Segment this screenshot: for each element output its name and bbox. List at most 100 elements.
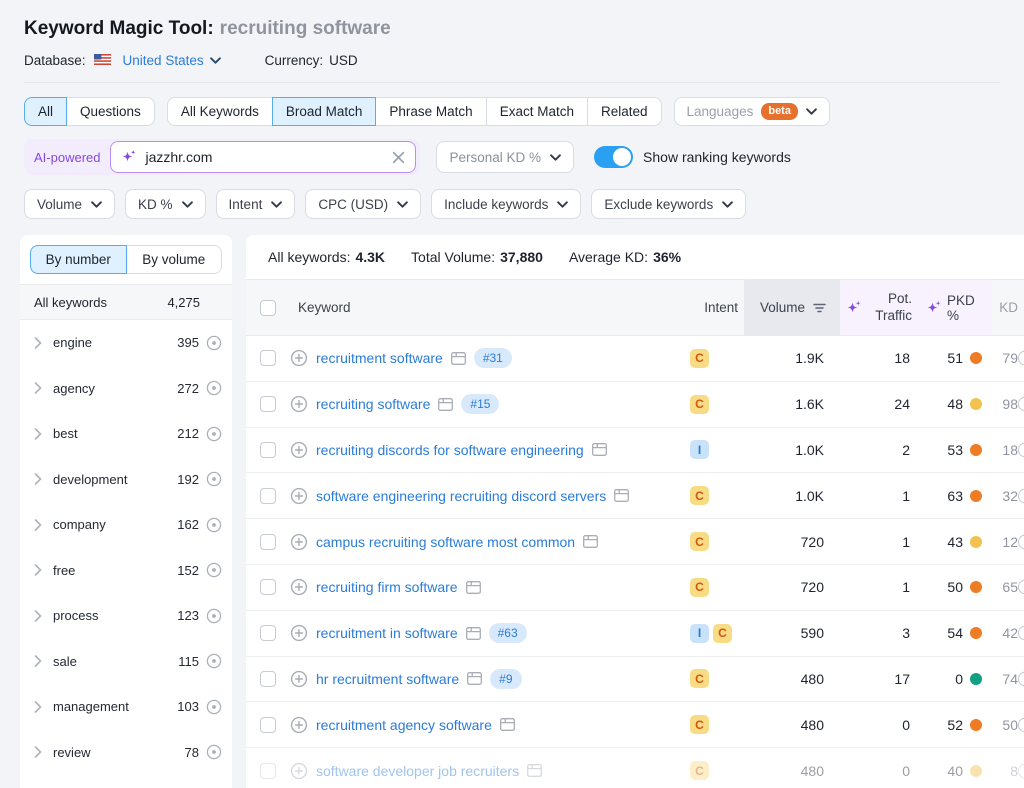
eye-icon[interactable]	[206, 744, 222, 760]
filter-kd-[interactable]: KD %	[125, 189, 206, 219]
row-checkbox[interactable]	[260, 763, 276, 779]
serp-icon[interactable]	[451, 352, 466, 365]
add-keyword-icon[interactable]	[290, 349, 308, 367]
eye-icon[interactable]	[206, 608, 222, 624]
tab-all-keywords[interactable]: All Keywords	[167, 97, 273, 126]
sidebar-group-engine[interactable]: engine 395	[20, 320, 232, 366]
row-checkbox[interactable]	[260, 488, 276, 504]
serp-icon[interactable]	[466, 581, 481, 594]
tab-broad-match[interactable]: Broad Match	[272, 97, 377, 126]
keyword-link[interactable]: recruitment software	[316, 350, 443, 366]
add-keyword-icon[interactable]	[290, 533, 308, 551]
eye-icon[interactable]	[206, 380, 222, 396]
row-checkbox[interactable]	[260, 579, 276, 595]
eye-icon[interactable]	[206, 653, 222, 669]
search-query-value: jazzhr.com	[145, 149, 384, 165]
serp-icon[interactable]	[500, 718, 515, 731]
all-keywords-row[interactable]: All keywords 4,275	[20, 284, 232, 320]
tab-by-volume[interactable]: By volume	[126, 245, 223, 274]
add-keyword-icon[interactable]	[290, 716, 308, 734]
column-volume[interactable]: Volume	[744, 280, 840, 335]
database-selector[interactable]: United States	[94, 53, 221, 68]
row-checkbox[interactable]	[260, 717, 276, 733]
column-keyword[interactable]: Keyword	[290, 280, 688, 335]
row-checkbox[interactable]	[260, 534, 276, 550]
sidebar-group-management[interactable]: management 103	[20, 684, 232, 730]
column-intent[interactable]: Intent	[688, 280, 744, 335]
filter-include-keywords[interactable]: Include keywords	[431, 189, 581, 219]
keyword-link[interactable]: recruiting software	[316, 396, 430, 412]
add-keyword-icon[interactable]	[290, 624, 308, 642]
serp-icon[interactable]	[438, 398, 453, 411]
add-keyword-icon[interactable]	[290, 762, 308, 780]
chevron-right-icon	[34, 519, 42, 531]
add-keyword-icon[interactable]	[290, 670, 308, 688]
clear-search-icon[interactable]	[392, 151, 405, 164]
row-checkbox[interactable]	[260, 671, 276, 687]
sidebar-group-agency[interactable]: agency 272	[20, 366, 232, 412]
keyword-link[interactable]: recruitment agency software	[316, 717, 492, 733]
sidebar-group-development[interactable]: development 192	[20, 457, 232, 503]
serp-icon[interactable]	[527, 764, 542, 777]
tab-by-number[interactable]: By number	[30, 245, 127, 274]
filters-section: AllQuestions All KeywordsBroad MatchPhra…	[0, 83, 1024, 219]
eye-icon[interactable]	[206, 335, 222, 351]
table-row: recruiting firm software C 720 1 50 65	[246, 565, 1024, 611]
keyword-link[interactable]: hr recruitment software	[316, 671, 459, 687]
add-keyword-icon[interactable]	[290, 578, 308, 596]
keyword-link[interactable]: software developer job recruiters	[316, 763, 519, 779]
column-pkd[interactable]: PKD %	[926, 280, 992, 335]
sidebar-group-company[interactable]: company 162	[20, 502, 232, 548]
sidebar-group-review[interactable]: review 78	[20, 730, 232, 776]
add-keyword-icon[interactable]	[290, 441, 308, 459]
group-count: 192	[177, 472, 199, 487]
row-checkbox[interactable]	[260, 625, 276, 641]
sidebar-group-process[interactable]: process 123	[20, 593, 232, 639]
show-ranking-keywords-toggle[interactable]: Show ranking keywords	[594, 146, 791, 168]
select-all-checkbox[interactable]	[260, 300, 276, 316]
eye-icon[interactable]	[206, 562, 222, 578]
tab-phrase-match[interactable]: Phrase Match	[375, 97, 486, 126]
tab-all[interactable]: All	[24, 97, 67, 126]
tab-questions[interactable]: Questions	[66, 97, 155, 126]
filter-exclude-keywords[interactable]: Exclude keywords	[591, 189, 746, 219]
column-kd[interactable]: KD	[992, 280, 1024, 335]
keyword-link[interactable]: recruitment in software	[316, 625, 458, 641]
keyword-rows: recruitment software #31 C 1.9K 18 51 79…	[246, 336, 1024, 788]
add-keyword-icon[interactable]	[290, 487, 308, 505]
sort-icon[interactable]	[813, 303, 826, 313]
filter-intent[interactable]: Intent	[216, 189, 296, 219]
keyword-link[interactable]: recruiting firm software	[316, 579, 458, 595]
group-count: 103	[177, 699, 199, 714]
row-checkbox[interactable]	[260, 350, 276, 366]
sidebar-group-free[interactable]: free 152	[20, 548, 232, 594]
keyword-link[interactable]: software engineering recruiting discord …	[316, 488, 606, 504]
keyword-link[interactable]: campus recruiting software most common	[316, 534, 575, 550]
sidebar-group-sale[interactable]: sale 115	[20, 639, 232, 685]
keyword-link[interactable]: recruiting discords for software enginee…	[316, 442, 584, 458]
row-checkbox[interactable]	[260, 396, 276, 412]
languages-dropdown[interactable]: Languages beta	[674, 97, 830, 126]
personal-kd-dropdown[interactable]: Personal KD %	[436, 141, 574, 173]
serp-icon[interactable]	[466, 627, 481, 640]
toggle-switch[interactable]	[594, 146, 633, 168]
filter-cpc-usd-[interactable]: CPC (USD)	[305, 189, 421, 219]
eye-icon[interactable]	[206, 426, 222, 442]
serp-icon[interactable]	[592, 443, 607, 456]
eye-icon[interactable]	[206, 471, 222, 487]
tab-exact-match[interactable]: Exact Match	[486, 97, 588, 126]
serp-icon[interactable]	[614, 489, 629, 502]
eye-icon[interactable]	[206, 699, 222, 715]
add-keyword-icon[interactable]	[290, 395, 308, 413]
pkd-dot	[970, 627, 982, 639]
eye-icon[interactable]	[206, 517, 222, 533]
column-pot-traffic[interactable]: Pot. Traffic	[840, 280, 926, 335]
serp-icon[interactable]	[583, 535, 598, 548]
row-checkbox[interactable]	[260, 442, 276, 458]
filter-volume[interactable]: Volume	[24, 189, 115, 219]
sidebar-group-best[interactable]: best 212	[20, 411, 232, 457]
chevron-right-icon	[34, 382, 42, 394]
search-input[interactable]: jazzhr.com	[110, 141, 416, 173]
serp-icon[interactable]	[467, 672, 482, 685]
tab-related[interactable]: Related	[587, 97, 662, 126]
